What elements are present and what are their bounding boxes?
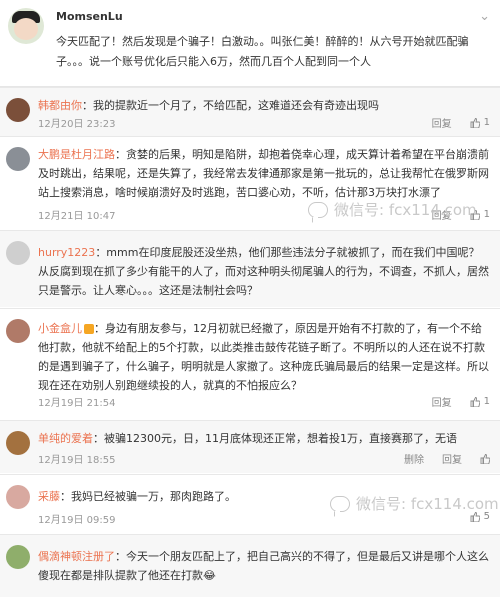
like-count: 1 [483,209,490,220]
avatar[interactable] [6,147,30,171]
weibo-comment-screenshot: MomsenLu ⌄ 今天匹配了！然后发现是个骗子！白激动。。叫张仁美！醉醉的！… [0,0,500,597]
comment-time: 12月19日 18:55 [38,455,116,466]
reply-button[interactable]: 回复 [442,451,462,466]
thumbs-up-icon [470,396,480,407]
avatar[interactable] [6,431,30,455]
comment-item: 单纯的爱着：被骗12300元，日，11月底体现还正常，想着投1万，直接赛那了，无… [0,420,500,473]
chevron-down-icon[interactable]: ⌄ [479,9,490,24]
comment-text: ：身边有朋友参与，12月初就已经撤了，原因是开始有不打款的了，有一个不给他打款，… [38,322,489,392]
avatar[interactable] [6,98,30,122]
avatar[interactable] [6,319,30,343]
comment-item: hurry1223：mmm在印度屁股还没坐热，他们那些违法分子就被抓了，而在我们… [0,230,500,307]
wechat-icon [308,201,328,218]
comment-text: ：mmm在印度屁股还没坐热，他们那些违法分子就被抓了，而在我们中国呢？从反腐到现… [38,246,489,297]
comment-item: 采藤：我妈已经被骗一万，那肉跑路了。 12月19日 09:59 5 微信号: f… [0,474,500,533]
comment-item: 偶滴神顿注册了：今天一个朋友匹配上了，把自己高兴的不得了，但是最后又讲是哪个人这… [0,534,500,597]
comment-username[interactable]: 小金盒儿 [38,322,82,335]
comment-time: 12月19日 09:59 [38,515,116,526]
comment-username[interactable]: 大鹏是杜月江路 [38,148,115,161]
like-button[interactable]: 1 [470,396,490,407]
comment-time: 12月20日 23:23 [38,119,116,130]
poster-username[interactable]: MomsenLu [56,10,123,23]
comment-text: ：我妈已经被骗一万，那肉跑路了。 [60,490,236,503]
avatar[interactable] [6,485,30,509]
thumbs-up-icon [470,117,480,128]
comment-username[interactable]: 偶滴神顿注册了 [38,550,115,563]
comment-item: 小金盒儿 ：身边有朋友参与，12月初就已经撤了，原因是开始有不打款的了，有一个不给… [0,308,500,419]
comment-text: ：我的提款近一个月了，不给匹配，这难道还会有奇迹出现吗 [82,99,379,112]
wechat-watermark: 微信号: fcx114.com [330,493,499,514]
like-button[interactable] [480,453,490,464]
avatar[interactable] [6,241,30,265]
comment-time: 12月19日 21:54 [38,398,116,409]
comment-username[interactable]: hurry1223 [38,246,95,259]
avatar[interactable] [6,545,30,569]
wechat-watermark: 微信号: fcx114.com [308,199,477,220]
original-post: MomsenLu ⌄ 今天匹配了！然后发现是个骗子！白激动。。叫张仁美！醉醉的！… [0,0,500,87]
vip-badge-icon [84,324,94,334]
comment-username[interactable]: 韩都由你 [38,99,82,112]
like-count: 1 [483,117,490,128]
reply-button[interactable]: 回复 [432,115,452,130]
comment-time: 12月21日 10:47 [38,211,116,222]
comment-username[interactable]: 采藤 [38,490,60,503]
wechat-icon [330,495,350,512]
like-button[interactable]: 1 [470,117,490,128]
post-text: 今天匹配了！然后发现是个骗子！白激动。。叫张仁美！醉醉的！从六号开始就匹配骗子。… [56,35,469,68]
thumbs-up-icon [480,453,490,464]
reply-button[interactable]: 回复 [432,394,452,409]
poster-avatar[interactable] [8,8,44,44]
comment-username[interactable]: 单纯的爱着 [38,432,93,445]
comment-item: 韩都由你：我的提款近一个月了，不给匹配，这难道还会有奇迹出现吗 12月20日 2… [0,87,500,136]
comment-item: 大鹏是杜月江路：贪婪的后果，明知是陷阱，却抱着侥幸心理，成天算计着希望在平台崩溃… [0,136,500,229]
like-count: 1 [483,396,490,407]
comment-text: ：被骗12300元，日，11月底体现还正常，想着投1万，直接赛那了，无语 [93,432,457,445]
delete-button[interactable]: 删除 [404,451,424,466]
